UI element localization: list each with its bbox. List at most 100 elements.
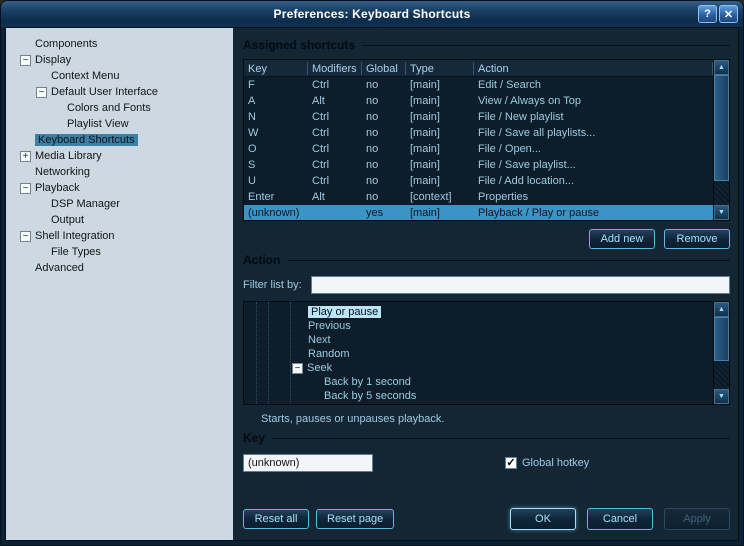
cell-action: Playback / Play or pause <box>474 207 713 219</box>
ok-button[interactable]: OK <box>510 508 576 530</box>
cell-type: [main] <box>406 175 474 187</box>
shortcut-row[interactable]: U Ctrl no [main] File / Add location... <box>244 173 713 189</box>
remove-button[interactable]: Remove <box>664 229 730 249</box>
tree-item-keyboard-shortcuts[interactable]: Keyboard Shortcuts <box>6 132 233 148</box>
shortcut-row-selected[interactable]: (unknown) yes [main] Playback / Play or … <box>244 205 713 220</box>
tree-item-display[interactable]: Display <box>6 52 233 68</box>
cell-action: File / Save playlist... <box>474 159 713 171</box>
tree-item-default-user-interface[interactable]: Default User Interface <box>6 84 233 100</box>
window-title: Preferences: Keyboard Shortcuts <box>274 7 471 21</box>
shortcut-row[interactable]: A Alt no [main] View / Always on Top <box>244 93 713 109</box>
tree-item-playback[interactable]: Playback <box>6 180 233 196</box>
cell-global: no <box>362 143 406 155</box>
column-header-action[interactable]: Action <box>474 62 713 75</box>
cell-global: yes <box>362 207 406 219</box>
collapse-icon[interactable] <box>36 87 47 98</box>
key-input[interactable] <box>243 454 373 472</box>
tree-item-advanced[interactable]: Advanced <box>6 260 233 276</box>
collapse-icon[interactable] <box>292 363 303 374</box>
column-header-modifiers[interactable]: Modifiers <box>308 62 362 75</box>
tree-item-colors-and-fonts[interactable]: Colors and Fonts <box>6 100 233 116</box>
tree-item-label: Networking <box>35 166 90 178</box>
action-item-label: Seek <box>307 362 332 374</box>
tree-item-dsp-manager[interactable]: DSP Manager <box>6 196 233 212</box>
collapse-icon[interactable] <box>20 55 31 66</box>
global-hotkey-option[interactable]: Global hotkey <box>505 457 589 469</box>
action-list-scrollbar[interactable] <box>713 302 729 404</box>
action-item-previous[interactable]: Previous <box>244 319 713 333</box>
divider-line <box>287 260 730 261</box>
collapse-icon[interactable] <box>20 231 31 242</box>
scroll-up-icon[interactable] <box>714 60 729 75</box>
dialog-footer: Reset all Reset page OK Cancel Apply <box>243 508 730 532</box>
action-header: Action <box>243 253 730 267</box>
title-bar[interactable]: Preferences: Keyboard Shortcuts ? ✕ <box>1 1 743 27</box>
cancel-button[interactable]: Cancel <box>587 508 653 530</box>
tree-item-context-menu[interactable]: Context Menu <box>6 68 233 84</box>
cell-action: View / Always on Top <box>474 95 713 107</box>
close-button[interactable]: ✕ <box>719 5 738 23</box>
checkbox-checked-icon[interactable] <box>505 457 517 469</box>
scroll-down-icon[interactable] <box>714 389 729 404</box>
action-description: Starts, pauses or unpauses playback. <box>243 413 730 425</box>
cell-modifiers: Ctrl <box>308 175 362 187</box>
scroll-up-icon[interactable] <box>714 302 729 317</box>
shortcut-row[interactable]: O Ctrl no [main] File / Open... <box>244 141 713 157</box>
cell-key: A <box>244 95 308 107</box>
tree-item-label: Advanced <box>35 262 84 274</box>
section-title: Key <box>243 431 265 445</box>
column-header-key[interactable]: Key <box>244 62 308 75</box>
apply-button[interactable]: Apply <box>664 508 730 530</box>
tree-item-components[interactable]: Components <box>6 36 233 52</box>
section-title: Action <box>243 253 280 267</box>
help-button[interactable]: ? <box>698 5 717 23</box>
tree-item-networking[interactable]: Networking <box>6 164 233 180</box>
confirm-buttons: OK Cancel Apply <box>510 508 730 530</box>
shortcut-row[interactable]: S Ctrl no [main] File / Save playlist... <box>244 157 713 173</box>
tree-item-label: Output <box>51 214 84 226</box>
scroll-track[interactable] <box>714 317 729 389</box>
tree-item-output[interactable]: Output <box>6 212 233 228</box>
tree-item-playlist-view[interactable]: Playlist View <box>6 116 233 132</box>
tree-item-file-types[interactable]: File Types <box>6 244 233 260</box>
action-item-seek[interactable]: Seek <box>244 361 713 375</box>
table-header-row[interactable]: Key Modifiers Global Type Action <box>244 60 713 77</box>
column-header-global[interactable]: Global <box>362 62 406 75</box>
action-item-back-by-5-seconds[interactable]: Back by 5 seconds <box>244 389 713 403</box>
action-item-play-or-pause[interactable]: Play or pause <box>244 305 713 319</box>
scroll-thumb[interactable] <box>714 317 729 361</box>
filter-input[interactable] <box>311 276 730 294</box>
reset-all-button[interactable]: Reset all <box>243 509 309 529</box>
titlebar-buttons: ? ✕ <box>698 5 738 23</box>
cell-key: U <box>244 175 308 187</box>
shortcut-row[interactable]: W Ctrl no [main] File / Save all playlis… <box>244 125 713 141</box>
shortcut-row[interactable]: Enter Alt no [context] Properties <box>244 189 713 205</box>
section-title: Assigned shortcuts <box>243 38 355 52</box>
scroll-down-icon[interactable] <box>714 205 729 220</box>
action-item-next[interactable]: Next <box>244 333 713 347</box>
cell-type: [main] <box>406 207 474 219</box>
cell-key: N <box>244 111 308 123</box>
action-item-random[interactable]: Random <box>244 347 713 361</box>
cell-type: [main] <box>406 159 474 171</box>
shortcut-row[interactable]: N Ctrl no [main] File / New playlist <box>244 109 713 125</box>
cell-global: no <box>362 175 406 187</box>
collapse-icon[interactable] <box>20 183 31 194</box>
tree-item-media-library[interactable]: Media Library <box>6 148 233 164</box>
expand-icon[interactable] <box>20 151 31 162</box>
add-new-button[interactable]: Add new <box>589 229 655 249</box>
shortcut-row[interactable]: F Ctrl no [main] Edit / Search <box>244 77 713 93</box>
tree-item-label: Default User Interface <box>51 86 158 98</box>
column-header-type[interactable]: Type <box>406 62 474 75</box>
table-scrollbar[interactable] <box>713 60 729 220</box>
reset-page-button[interactable]: Reset page <box>316 509 394 529</box>
action-item-back-by-1-second[interactable]: Back by 1 second <box>244 375 713 389</box>
scroll-track[interactable] <box>714 75 729 205</box>
action-item-label: Play or pause <box>308 306 381 318</box>
scroll-thumb[interactable] <box>714 75 729 181</box>
cell-type: [main] <box>406 143 474 155</box>
tree-item-shell-integration[interactable]: Shell Integration <box>6 228 233 244</box>
cell-action: Properties <box>474 191 713 203</box>
filter-row: Filter list by: <box>243 276 730 294</box>
cell-key: O <box>244 143 308 155</box>
